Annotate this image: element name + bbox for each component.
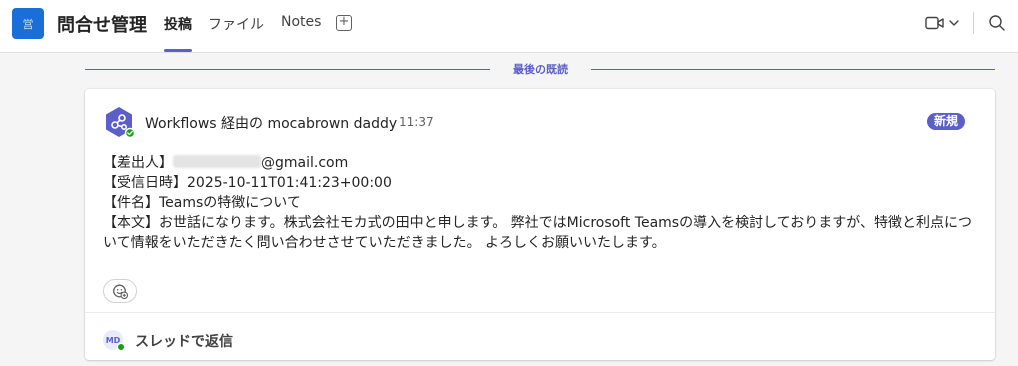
last-read-label: 最後の既読	[513, 63, 568, 76]
message-sender: Workflows 経由の mocabrown daddy	[145, 116, 398, 132]
add-reaction-button[interactable]	[103, 279, 137, 303]
emoji-add-icon	[113, 284, 128, 299]
tab-notes[interactable]: Notes	[281, 14, 321, 30]
active-tab-indicator	[164, 49, 192, 52]
online-status-icon	[117, 343, 125, 351]
reply-in-thread-button[interactable]: スレッドで返信	[135, 331, 233, 351]
workflows-avatar[interactable]	[103, 106, 136, 139]
add-tab-button[interactable]: +	[336, 15, 352, 31]
workflows-icon	[106, 107, 136, 139]
received-line: 【受信日時】2025-10-11T01:41:23+00:00	[103, 175, 392, 191]
message-timestamp: 11:37	[399, 115, 434, 129]
last-read-line-left	[85, 69, 490, 70]
tab-files[interactable]: ファイル	[208, 14, 264, 34]
channel-title: 問合せ管理	[57, 15, 147, 36]
sender-line: 【差出人】 @gmail.com	[103, 153, 978, 173]
plus-icon: +	[338, 14, 350, 29]
body-line-1: 【本文】お世話になります。株式会社モカ式の田中と申します。 弊社ではMicros…	[103, 215, 972, 231]
search-button[interactable]	[988, 14, 1006, 32]
search-icon	[989, 15, 1005, 31]
tab-posts[interactable]: 投稿	[164, 14, 192, 34]
sender-field-label: 【差出人】	[103, 155, 173, 171]
channel-app-icon[interactable]: 営	[12, 8, 44, 39]
channel-header: 営 問合せ管理 投稿 ファイル Notes +	[0, 0, 1018, 53]
reply-divider	[85, 312, 995, 313]
meet-button[interactable]	[925, 14, 963, 32]
video-icon	[925, 16, 959, 30]
body-line-2: いて情報をいただきたく問い合わせさせていただきました。 よろしくお願いいたします…	[103, 235, 666, 251]
subject-line: 【件名】Teamsの特徴について	[103, 195, 301, 211]
new-badge: 新規	[927, 113, 966, 130]
redacted-email-user	[173, 155, 261, 168]
last-read-line-right	[591, 69, 995, 70]
sender-email-domain: @gmail.com	[261, 155, 349, 171]
header-divider	[973, 12, 974, 34]
message-card[interactable]: Workflows 経由の mocabrown daddy 11:37 新規 【…	[85, 89, 995, 360]
message-body: 【差出人】 @gmail.com 【受信日時】2025-10-11T01:41:2…	[103, 153, 978, 253]
